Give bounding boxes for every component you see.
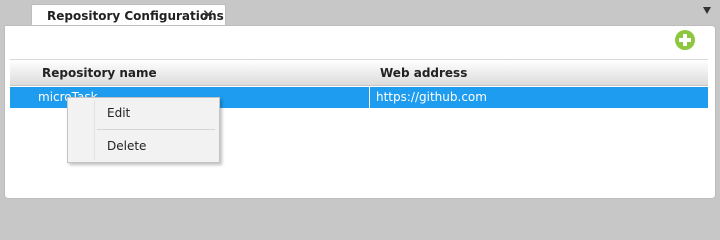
context-menu-item-edit[interactable]: Edit [95,102,217,124]
column-header-web-address[interactable]: Web address [380,66,467,80]
tab-repository-configurations[interactable]: Repository Configurations ✕ [31,4,226,26]
close-icon[interactable]: ✕ [202,6,215,24]
context-menu-item-label: Edit [107,106,131,120]
context-menu-item-delete[interactable]: Delete [95,135,217,157]
column-divider [369,87,370,108]
tab-label: Repository Configurations [47,9,224,23]
web-address-cell: https://github.com [376,90,487,104]
grid-header: Repository name Web address [10,59,708,86]
context-menu-divider [97,129,215,130]
column-header-repository-name[interactable]: Repository name [42,66,157,80]
add-repository-button[interactable] [675,30,695,50]
context-menu: Edit Delete [67,97,220,163]
tab-overflow-chevron-down-icon[interactable] [703,7,711,14]
context-menu-item-label: Delete [107,139,147,153]
